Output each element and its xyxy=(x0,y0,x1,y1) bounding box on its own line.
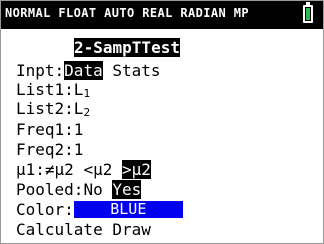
input-option-stats[interactable]: Stats xyxy=(112,61,160,80)
pooled-option-yes[interactable]: Yes xyxy=(112,180,142,199)
calculate-button[interactable]: Calculate xyxy=(16,220,103,239)
mode-status-text: NORMAL FLOAT AUTO REAL RADIAN MP xyxy=(5,6,249,20)
list2-label: List2: xyxy=(16,99,74,118)
input-row: Inpt:Data Stats xyxy=(16,61,161,80)
actions-row: Calculate Draw xyxy=(16,221,151,239)
pooled-label: Pooled: xyxy=(16,180,84,199)
color-selector[interactable]: BLUE xyxy=(73,201,183,218)
pooled-row: Pooled:No Yes xyxy=(16,180,142,199)
freq1-label: Freq1: xyxy=(16,120,74,139)
battery-level xyxy=(306,8,310,20)
input-option-data[interactable]: Data xyxy=(64,61,103,80)
list1-row: List1:L1 xyxy=(16,80,90,101)
freq1-row: Freq1:1 xyxy=(16,121,83,139)
color-row: Color: BLUE xyxy=(16,201,183,219)
list2-row: List2:L2 xyxy=(16,99,90,120)
alternative-label: μ1: xyxy=(16,160,45,179)
screen-title: 2-SampTTest xyxy=(74,38,180,57)
freq2-row: Freq2:1 xyxy=(16,141,83,159)
input-label: Inpt: xyxy=(16,61,65,80)
alt-option-lt[interactable]: <μ2 xyxy=(83,160,112,179)
freq2-label: Freq2: xyxy=(16,140,74,159)
alternative-row: μ1:≠μ2 <μ2 >μ2 xyxy=(16,160,151,179)
pooled-option-no[interactable]: No xyxy=(83,180,102,199)
status-bar: NORMAL FLOAT AUTO REAL RADIAN MP xyxy=(1,1,323,29)
alt-option-gt[interactable]: >μ2 xyxy=(122,160,151,179)
calculator-screen: NORMAL FLOAT AUTO REAL RADIAN MP 2-SampT… xyxy=(0,0,324,244)
freq1-value[interactable]: 1 xyxy=(74,120,84,139)
battery-icon xyxy=(303,2,313,23)
draw-button[interactable]: Draw xyxy=(112,220,151,239)
freq2-value[interactable]: 1 xyxy=(74,140,84,159)
alt-option-ne[interactable]: ≠μ2 xyxy=(45,160,74,179)
color-label: Color: xyxy=(16,200,74,219)
list1-value[interactable]: L1 xyxy=(74,80,90,101)
list2-value[interactable]: L2 xyxy=(74,99,90,120)
list1-label: List1: xyxy=(16,80,74,99)
